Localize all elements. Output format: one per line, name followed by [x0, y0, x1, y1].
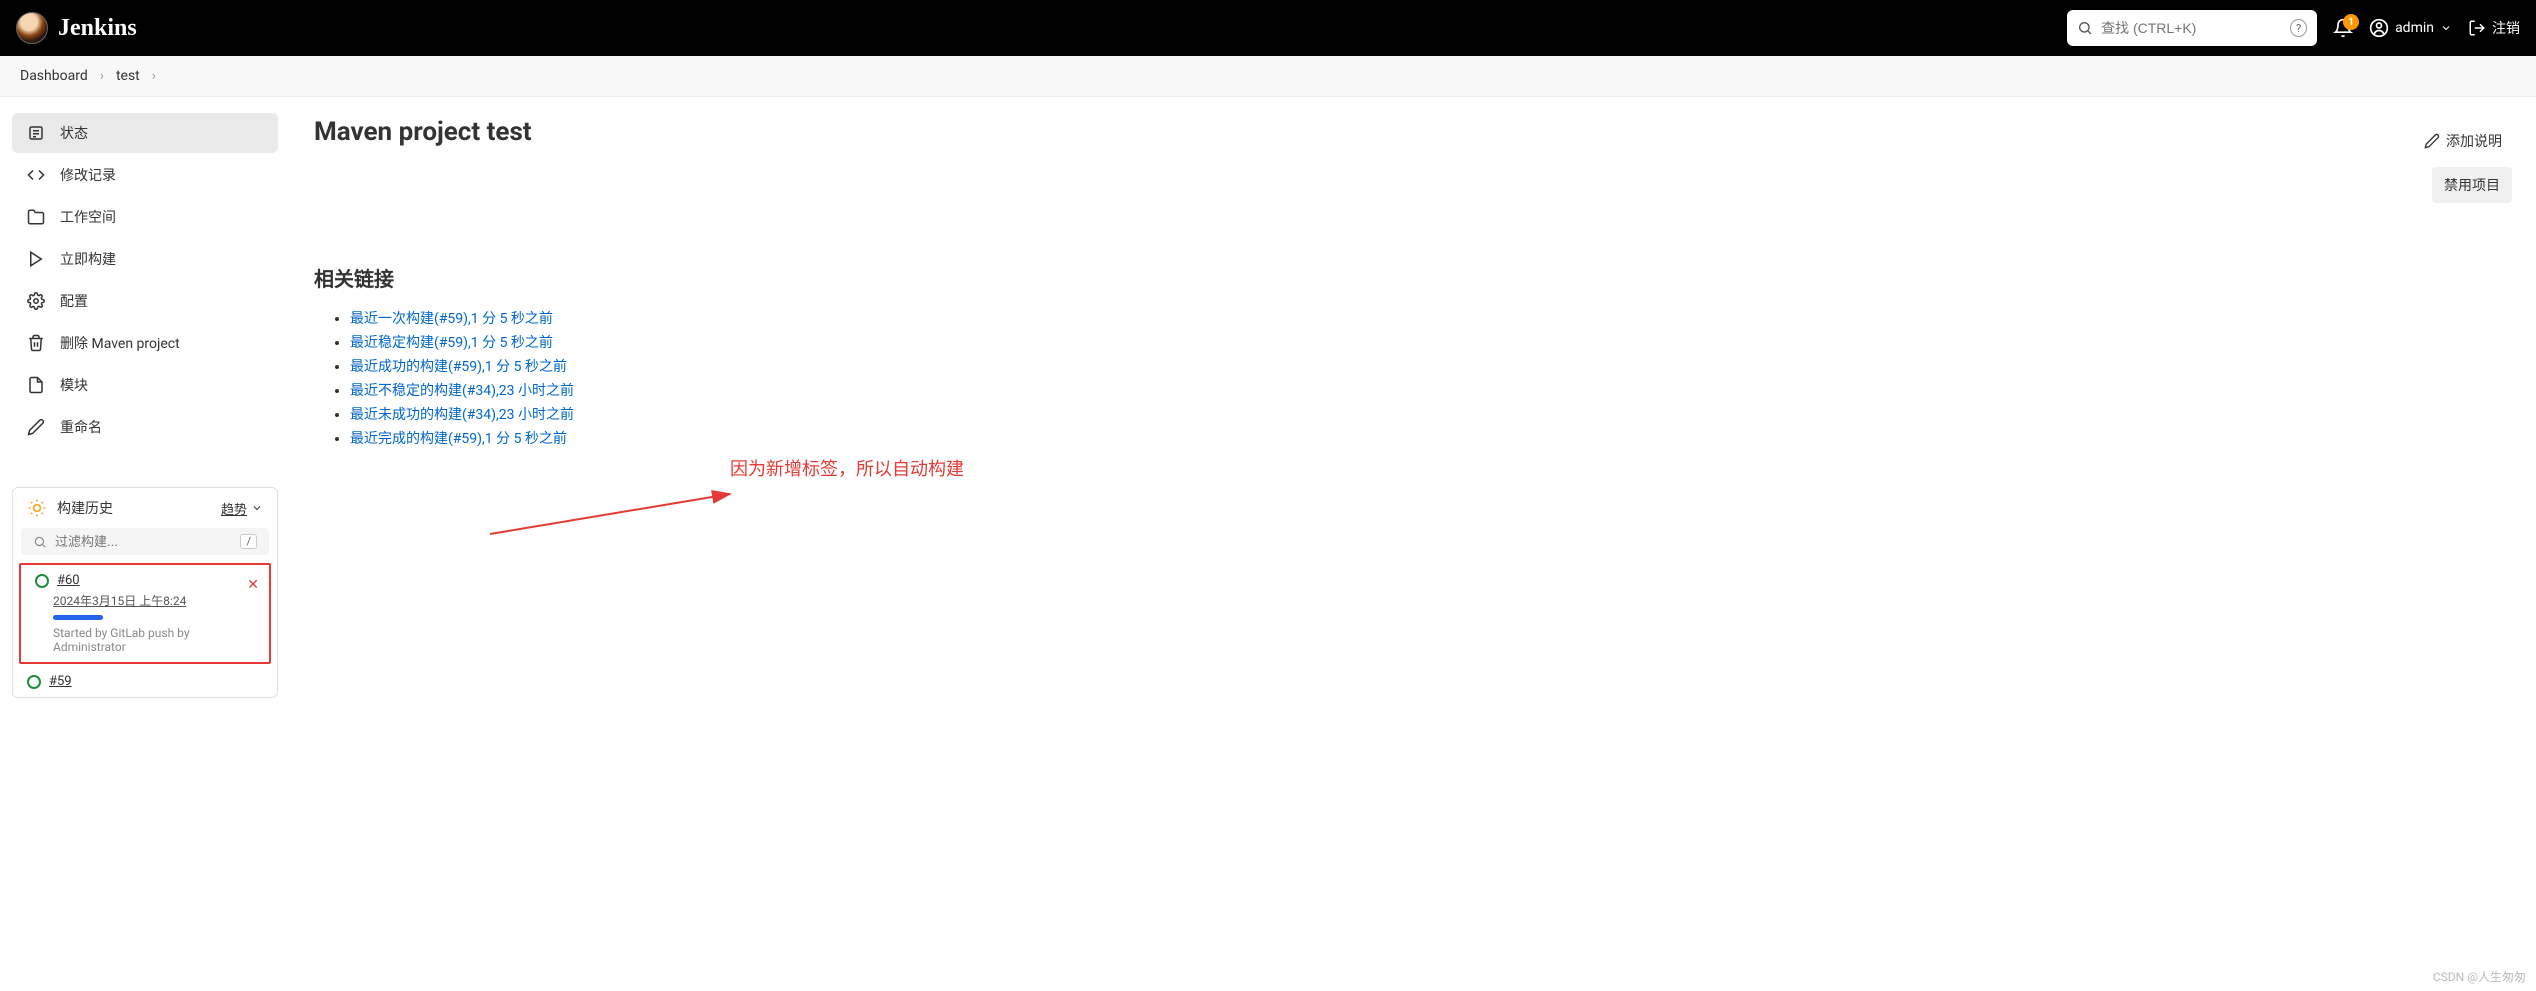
sidebar-item-label: 立即构建 — [60, 249, 116, 269]
sidebar-item-label: 删除 Maven project — [60, 333, 180, 353]
related-links-list: 最近一次构建(#59),1 分 5 秒之前 最近稳定构建(#59),1 分 5 … — [350, 308, 2512, 448]
disable-project-button[interactable]: 禁用项目 — [2432, 167, 2512, 203]
build-history-title-row: 构建历史 — [27, 498, 113, 518]
gear-icon — [26, 291, 46, 311]
list-item: 最近一次构建(#59),1 分 5 秒之前 — [350, 308, 2512, 328]
jenkins-logo-icon[interactable] — [16, 12, 48, 44]
build-history-header: 构建历史 趋势 — [13, 488, 277, 528]
related-links-title: 相关链接 — [314, 263, 2512, 292]
breadcrumb-dashboard[interactable]: Dashboard — [20, 68, 88, 84]
sun-icon — [27, 498, 47, 518]
search-help-icon[interactable]: ? — [2290, 19, 2307, 37]
sidebar-item-build-now[interactable]: 立即构建 — [12, 239, 278, 279]
breadcrumb-test[interactable]: test — [116, 68, 140, 84]
build-history-trend[interactable]: 趋势 — [221, 499, 263, 518]
chevron-down-icon — [2440, 22, 2452, 34]
action-row: 添加说明 — [314, 125, 2512, 157]
changes-icon — [26, 165, 46, 185]
build-item-60[interactable]: #60 ✕ 2024年3月15日 上午8:24 Started by GitLa… — [19, 563, 271, 664]
chevron-right-icon: › — [100, 68, 104, 84]
logout-label: 注销 — [2492, 18, 2520, 38]
top-header: Jenkins ? 1 admin 注销 — [0, 0, 2536, 56]
jenkins-logo-text[interactable]: Jenkins — [58, 15, 137, 42]
status-icon — [26, 123, 46, 143]
list-item: 最近不稳定的构建(#34),23 小时之前 — [350, 380, 2512, 400]
build-filter-box[interactable]: / — [21, 528, 269, 555]
sidebar-item-workspace[interactable]: 工作空间 — [12, 197, 278, 237]
username-label: admin — [2395, 20, 2434, 36]
build-number[interactable]: #59 — [49, 674, 72, 689]
logout-icon — [2468, 19, 2486, 37]
slash-hint: / — [240, 534, 257, 549]
chevron-right-icon: › — [152, 68, 156, 84]
link-last-unstable[interactable]: 最近不稳定的构建(#34),23 小时之前 — [350, 383, 574, 399]
notification-badge: 1 — [2343, 14, 2359, 30]
header-left: Jenkins — [16, 12, 137, 44]
breadcrumb: Dashboard › test › — [0, 56, 2536, 97]
add-description-button[interactable]: 添加说明 — [2414, 125, 2512, 157]
link-last-success[interactable]: 最近成功的构建(#59),1 分 5 秒之前 — [350, 359, 567, 375]
annotation-text: 因为新增标签，所以自动构建 — [730, 455, 964, 481]
build-number[interactable]: #60 — [57, 573, 80, 588]
folder-icon — [26, 207, 46, 227]
sidebar-item-label: 修改记录 — [60, 165, 116, 185]
sidebar-item-label: 重命名 — [60, 417, 102, 437]
list-item: 最近未成功的构建(#34),23 小时之前 — [350, 404, 2512, 424]
main-content: Maven project test 添加说明 禁用项目 相关链接 最近一次构建… — [290, 97, 2536, 714]
sidebar: 状态 修改记录 工作空间 立即构建 配置 删除 Maven project 模块 — [0, 97, 290, 714]
build-filter-input[interactable] — [55, 534, 232, 549]
user-menu[interactable]: admin — [2369, 18, 2452, 38]
edit-icon — [26, 417, 46, 437]
action-row-2: 禁用项目 — [314, 167, 2512, 203]
build-date[interactable]: 2024年3月15日 上午8:24 — [53, 592, 255, 609]
search-box[interactable]: ? — [2067, 10, 2317, 46]
build-history-panel: 构建历史 趋势 / #60 ✕ 2024年3月15日 上午8:24 — [12, 487, 278, 698]
build-cause: Started by GitLab push by Administrator — [53, 626, 255, 654]
annotation-arrow — [480, 489, 740, 539]
list-item: 最近稳定构建(#59),1 分 5 秒之前 — [350, 332, 2512, 352]
trash-icon — [26, 333, 46, 353]
sidebar-item-label: 状态 — [60, 123, 88, 143]
sidebar-item-label: 模块 — [60, 375, 88, 395]
watermark: CSDN @人生匆匆 — [2433, 968, 2526, 985]
sidebar-item-modules[interactable]: 模块 — [12, 365, 278, 405]
link-last-stable[interactable]: 最近稳定构建(#59),1 分 5 秒之前 — [350, 335, 553, 351]
search-icon — [2077, 20, 2093, 36]
sidebar-item-configure[interactable]: 配置 — [12, 281, 278, 321]
logout-button[interactable]: 注销 — [2468, 18, 2520, 38]
build-history-title: 构建历史 — [57, 498, 113, 518]
sidebar-item-rename[interactable]: 重命名 — [12, 407, 278, 447]
search-icon — [33, 535, 47, 549]
link-last-unsuccessful[interactable]: 最近未成功的构建(#34),23 小时之前 — [350, 407, 574, 423]
build-item-59[interactable]: #59 — [13, 666, 277, 697]
build-status-success-icon — [27, 675, 41, 689]
cancel-build-icon[interactable]: ✕ — [247, 577, 259, 593]
sidebar-item-label: 配置 — [60, 291, 88, 311]
header-right: ? 1 admin 注销 — [2067, 10, 2520, 46]
list-item: 最近成功的构建(#59),1 分 5 秒之前 — [350, 356, 2512, 376]
build-progress-bar — [53, 615, 103, 620]
search-input[interactable] — [2101, 20, 2282, 36]
user-icon — [2369, 18, 2389, 38]
link-last-build[interactable]: 最近一次构建(#59),1 分 5 秒之前 — [350, 311, 553, 327]
play-icon — [26, 249, 46, 269]
sidebar-item-status[interactable]: 状态 — [12, 113, 278, 153]
notification-bell[interactable]: 1 — [2333, 18, 2353, 38]
build-status-running-icon — [35, 574, 49, 588]
sidebar-item-delete[interactable]: 删除 Maven project — [12, 323, 278, 363]
document-icon — [26, 375, 46, 395]
chevron-down-icon — [251, 502, 263, 514]
sidebar-item-label: 工作空间 — [60, 207, 116, 227]
edit-icon — [2424, 133, 2440, 149]
link-last-completed[interactable]: 最近完成的构建(#59),1 分 5 秒之前 — [350, 431, 567, 447]
sidebar-item-changes[interactable]: 修改记录 — [12, 155, 278, 195]
list-item: 最近完成的构建(#59),1 分 5 秒之前 — [350, 428, 2512, 448]
